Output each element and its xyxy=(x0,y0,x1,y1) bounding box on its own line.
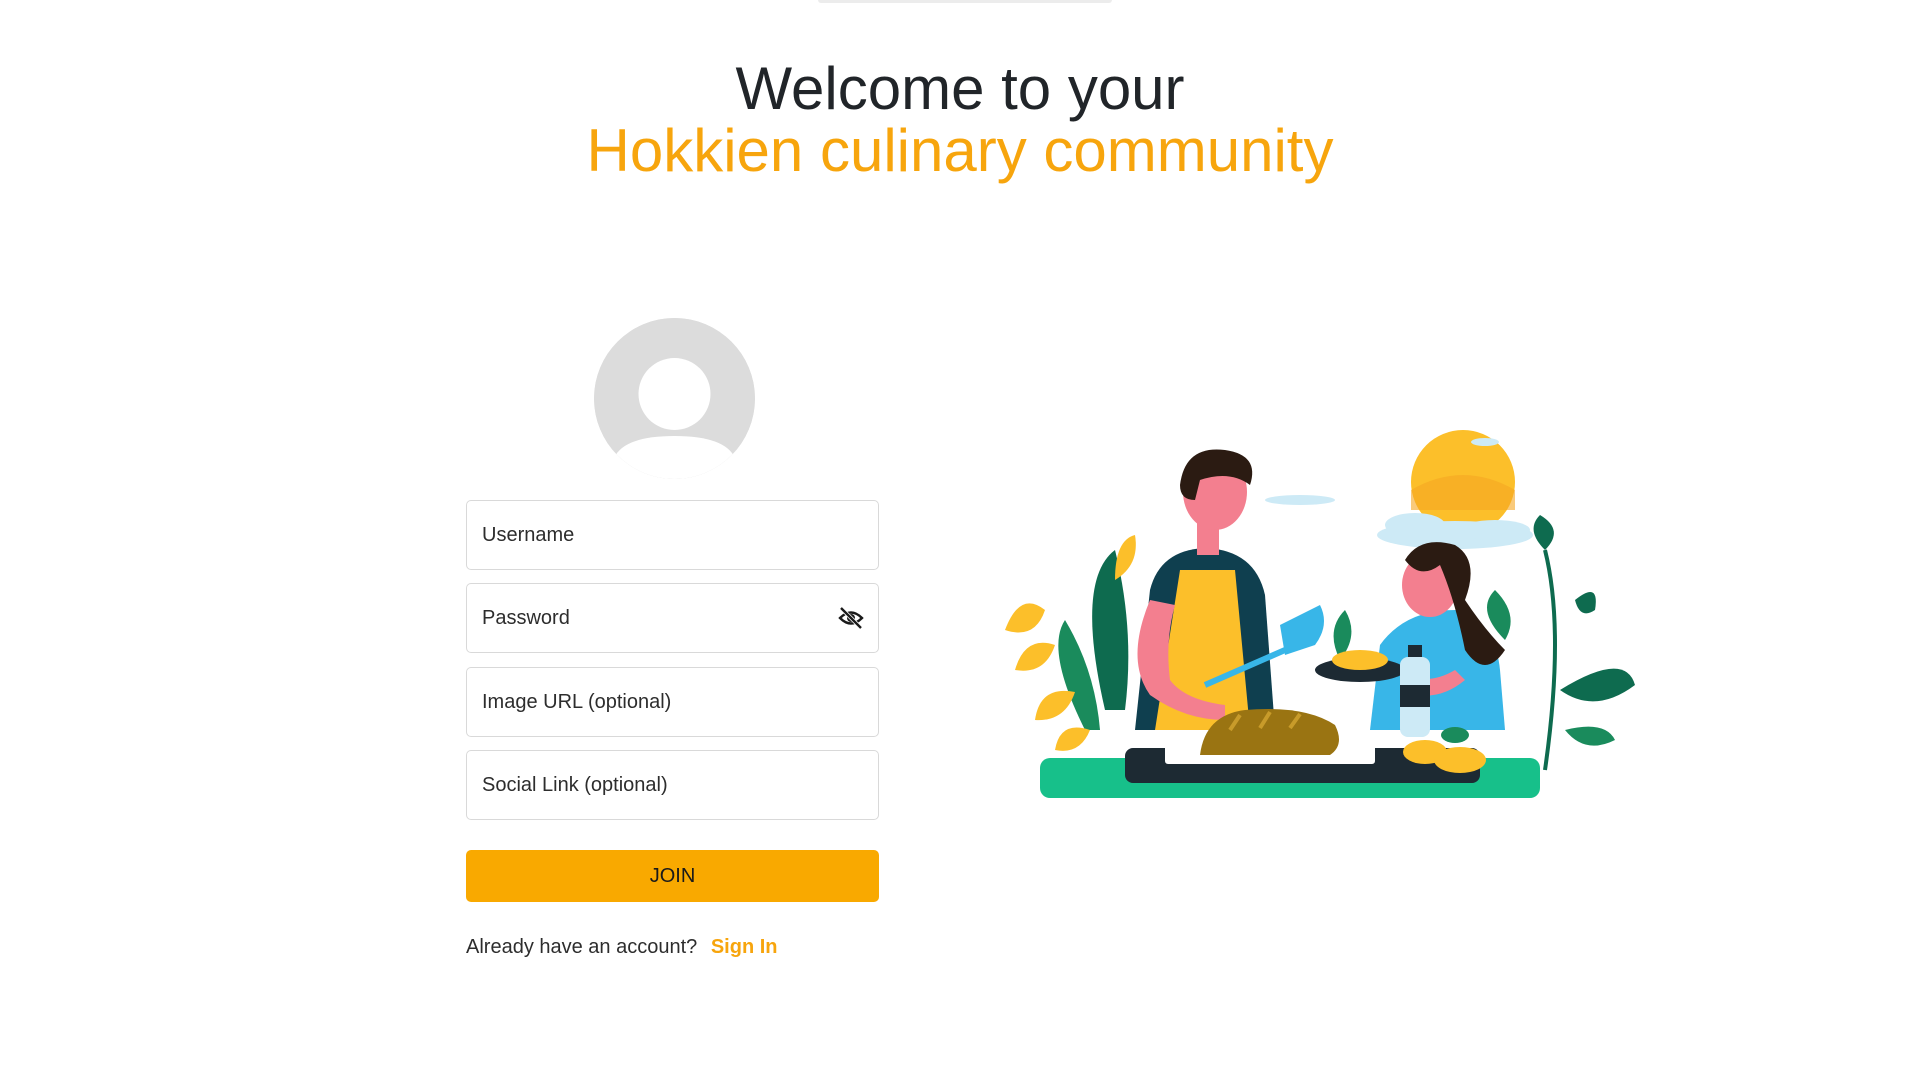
username-field[interactable] xyxy=(466,500,879,570)
signin-prompt: Already have an account? xyxy=(466,936,698,958)
man-cook-figure xyxy=(1135,449,1324,730)
hero-subtitle: Hokkien culinary community xyxy=(586,117,1334,184)
hero-heading: Welcome to your Hokkien culinary communi… xyxy=(0,58,1920,182)
password-input[interactable] xyxy=(467,584,822,652)
image-url-input[interactable] xyxy=(467,668,822,736)
username-input[interactable] xyxy=(467,501,822,569)
signin-row: Already have an account? Sign In xyxy=(466,936,778,959)
signin-link[interactable]: Sign In xyxy=(711,936,778,958)
avatar-placeholder xyxy=(594,318,755,479)
top-bar-decoration xyxy=(818,0,1112,3)
hero-title: Welcome to your xyxy=(735,55,1185,122)
bottle-icon xyxy=(1400,645,1430,737)
join-button[interactable]: JOIN xyxy=(466,850,879,902)
password-field[interactable] xyxy=(466,583,879,653)
plant-left-icon xyxy=(1005,535,1136,751)
user-avatar-icon xyxy=(594,318,755,479)
social-link-field[interactable] xyxy=(466,750,879,820)
image-url-field[interactable] xyxy=(466,667,879,737)
eye-off-icon[interactable] xyxy=(838,606,864,630)
social-link-input[interactable] xyxy=(467,751,822,819)
two-people-cooking-illustration xyxy=(1005,430,1635,798)
